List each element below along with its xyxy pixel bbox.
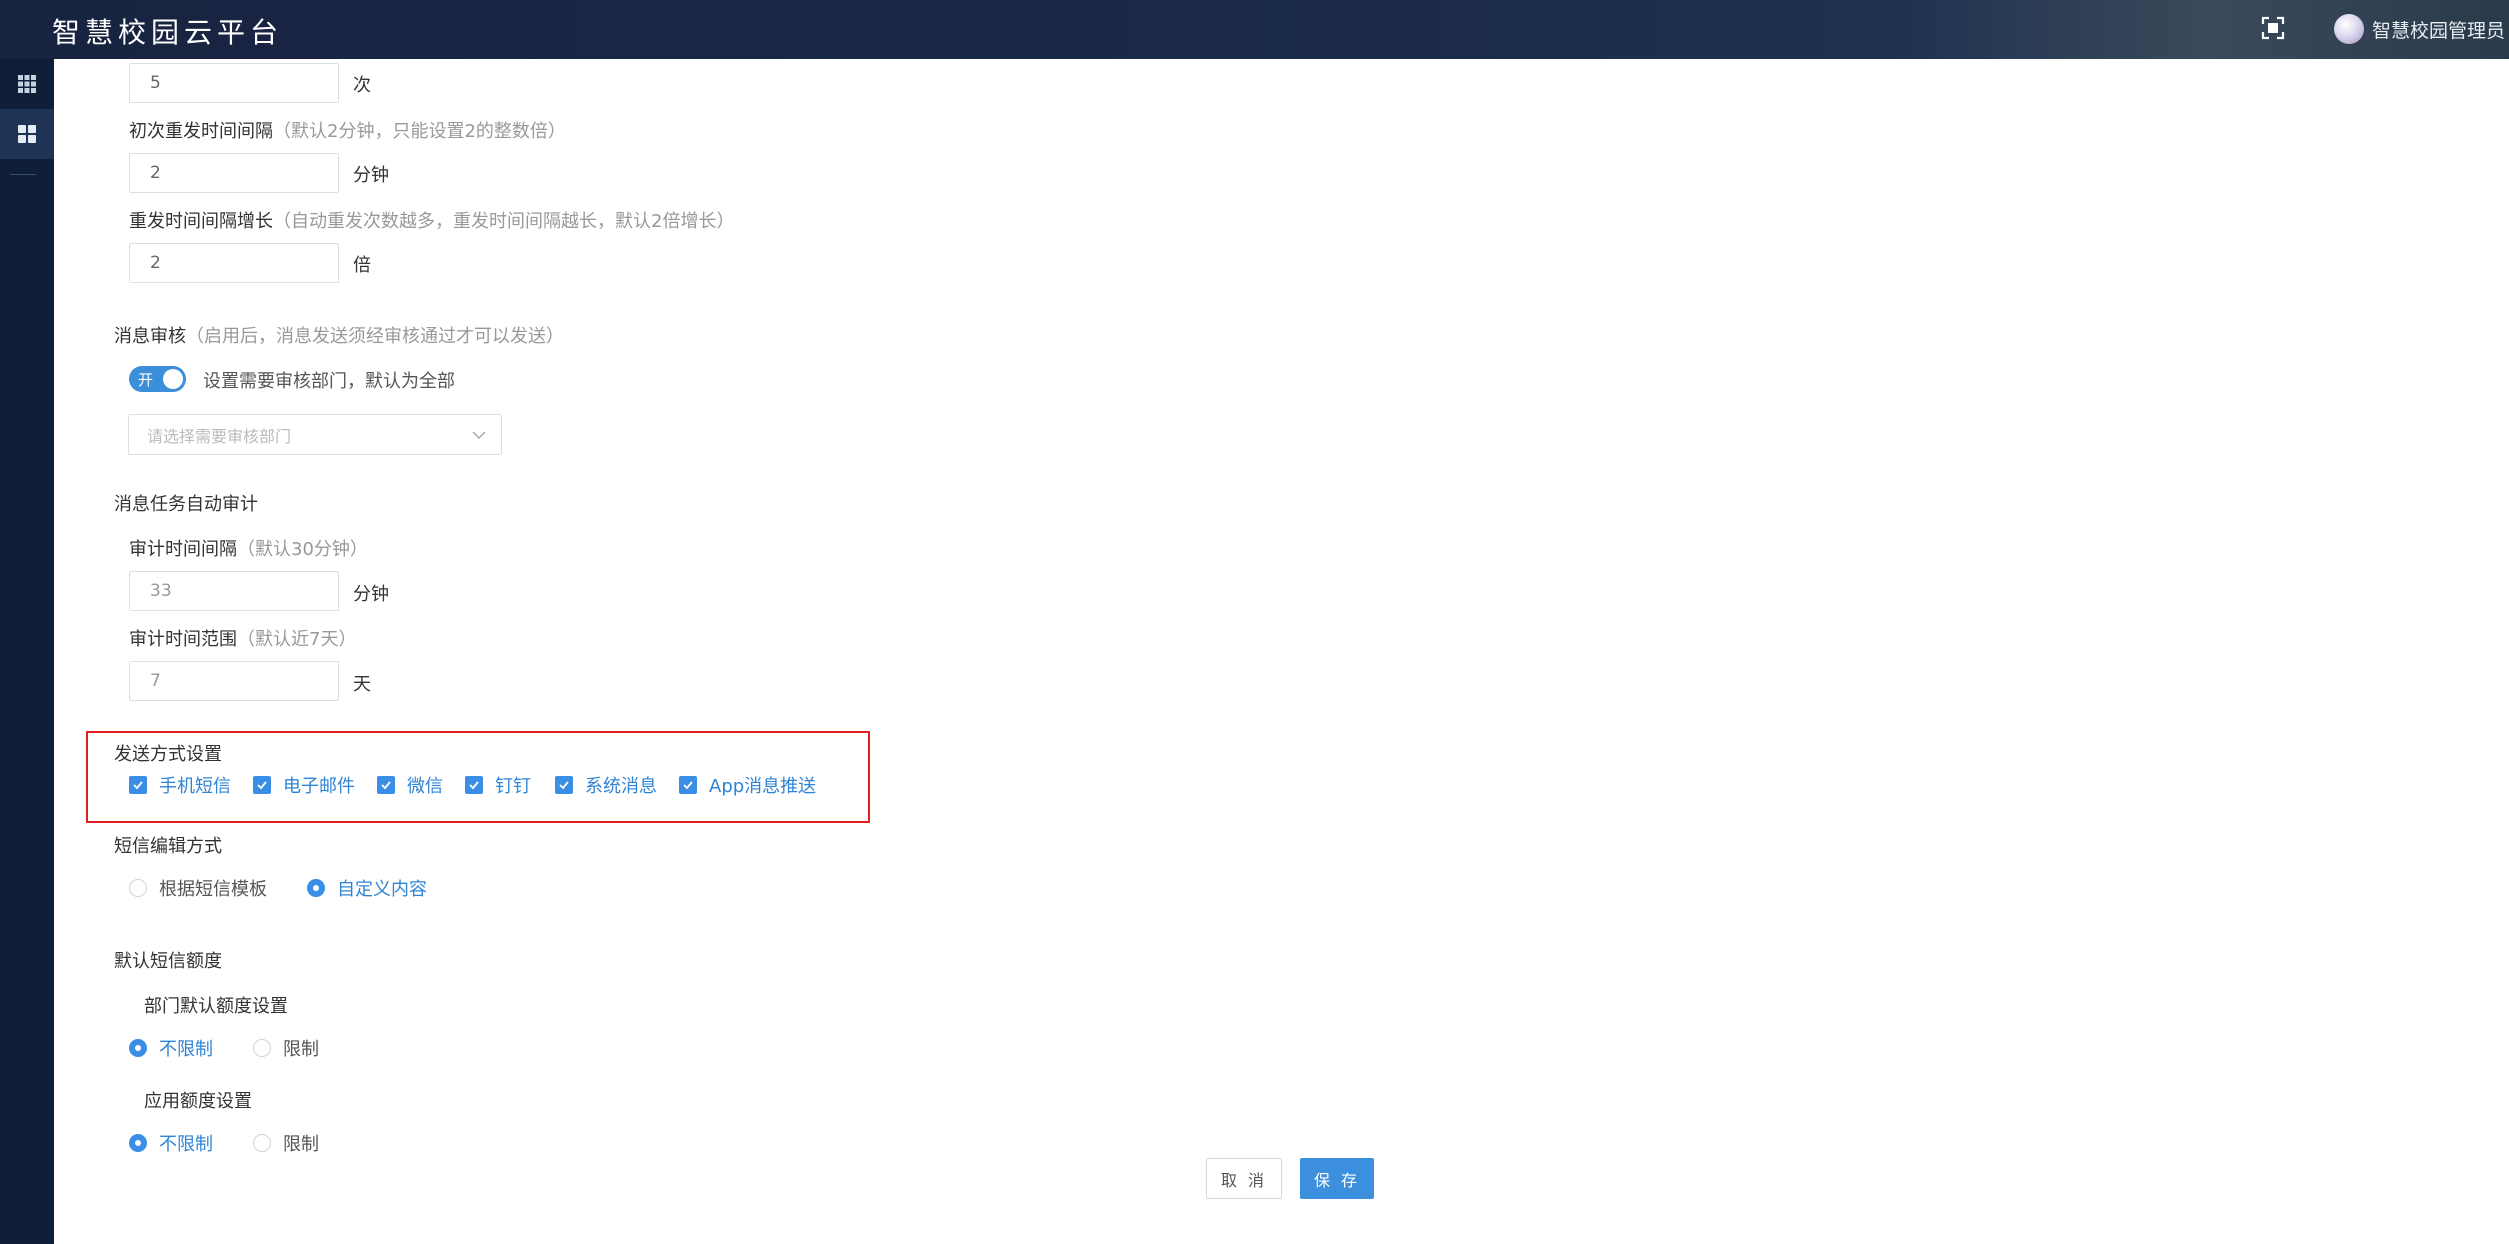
fullscreen-icon[interactable] bbox=[2260, 15, 2286, 41]
app-quota-limited-option[interactable]: 限制 bbox=[253, 1132, 319, 1155]
send-method-label: App消息推送 bbox=[709, 776, 817, 797]
radio-selected-icon[interactable] bbox=[307, 879, 325, 897]
audit-range-hint: （默认近7天） bbox=[237, 629, 357, 650]
audit-range-label: 审计时间范围（默认近7天） bbox=[129, 629, 357, 650]
radio-label: 自定义内容 bbox=[337, 879, 427, 900]
radio-icon[interactable] bbox=[253, 1039, 271, 1057]
first-interval-unit: 分钟 bbox=[353, 165, 389, 186]
send-method-label: 手机短信 bbox=[159, 776, 231, 797]
radio-selected-icon[interactable] bbox=[129, 1039, 147, 1057]
sms-edit-title: 短信编辑方式 bbox=[114, 836, 222, 857]
audit-interval-hint: （默认30分钟） bbox=[237, 539, 368, 560]
radio-label: 限制 bbox=[283, 1039, 319, 1060]
review-title: 消息审核（启用后，消息发送须经审核通过才可以发送） bbox=[114, 326, 564, 347]
sms-edit-template-option[interactable]: 根据短信模板 bbox=[129, 877, 267, 900]
dept-quota-label: 部门默认额度设置 bbox=[144, 996, 288, 1017]
radio-label: 不限制 bbox=[159, 1134, 213, 1155]
audit-range-input[interactable]: 7 bbox=[129, 661, 339, 701]
user-name: 智慧校园管理员 bbox=[2372, 19, 2506, 42]
cancel-button[interactable]: 取 消 bbox=[1206, 1158, 1282, 1199]
send-method-email[interactable]: 电子邮件 bbox=[253, 774, 355, 797]
send-method-sms[interactable]: 手机短信 bbox=[129, 774, 231, 797]
app-quota-unlimited-option[interactable]: 不限制 bbox=[129, 1132, 213, 1155]
radio-icon[interactable] bbox=[129, 879, 147, 897]
send-method-label: 微信 bbox=[407, 776, 443, 797]
first-interval-hint: （默认2分钟，只能设置2的整数倍） bbox=[273, 121, 566, 142]
growth-unit: 倍 bbox=[353, 255, 371, 276]
app-quota-label: 应用额度设置 bbox=[144, 1091, 252, 1112]
dashboard-icon bbox=[18, 125, 36, 143]
settings-content bbox=[54, 59, 2509, 1244]
checkbox-checked-icon[interactable] bbox=[253, 776, 271, 794]
radio-selected-icon[interactable] bbox=[129, 1134, 147, 1152]
growth-hint: （自动重发次数越多，重发时间间隔越长，默认2倍增长） bbox=[273, 211, 735, 232]
audit-title: 消息任务自动审计 bbox=[114, 494, 258, 515]
first-interval-label: 初次重发时间间隔（默认2分钟，只能设置2的整数倍） bbox=[129, 121, 566, 142]
send-method-label: 电子邮件 bbox=[283, 776, 355, 797]
checkbox-checked-icon[interactable] bbox=[465, 776, 483, 794]
top-bar: 智慧校园云平台 智慧校园管理员 bbox=[0, 0, 2509, 59]
checkbox-checked-icon[interactable] bbox=[129, 776, 147, 794]
grid-apps-icon bbox=[18, 75, 36, 93]
audit-interval-input[interactable]: 33 bbox=[129, 571, 339, 611]
review-dept-hint: 设置需要审核部门，默认为全部 bbox=[203, 371, 455, 392]
dept-quota-unlimited-option[interactable]: 不限制 bbox=[129, 1037, 213, 1060]
send-method-system[interactable]: 系统消息 bbox=[555, 774, 657, 797]
sms-quota-title: 默认短信额度 bbox=[114, 951, 222, 972]
audit-interval-label: 审计时间间隔（默认30分钟） bbox=[129, 539, 368, 560]
checkbox-checked-icon[interactable] bbox=[555, 776, 573, 794]
review-dept-placeholder: 请选择需要审核部门 bbox=[147, 426, 292, 446]
retry-count-unit: 次 bbox=[353, 75, 371, 96]
growth-label: 重发时间间隔增长（自动重发次数越多，重发时间间隔越长，默认2倍增长） bbox=[129, 211, 735, 232]
save-button[interactable]: 保 存 bbox=[1300, 1158, 1374, 1199]
chevron-down-icon bbox=[472, 431, 486, 440]
first-interval-input[interactable]: 2 bbox=[129, 153, 339, 193]
send-method-wechat[interactable]: 微信 bbox=[377, 774, 443, 797]
toggle-label: 开 bbox=[138, 371, 154, 389]
sidebar-item-dashboard[interactable] bbox=[0, 109, 54, 159]
sidebar-item-apps[interactable] bbox=[0, 59, 54, 109]
send-methods-title: 发送方式设置 bbox=[114, 744, 222, 765]
toggle-knob bbox=[163, 369, 183, 389]
radio-icon[interactable] bbox=[253, 1134, 271, 1152]
growth-input[interactable]: 2 bbox=[129, 243, 339, 283]
sidebar-divider bbox=[10, 174, 36, 175]
retry-count-input[interactable]: 5 bbox=[129, 63, 339, 103]
user-menu[interactable]: 智慧校园管理员 bbox=[2334, 9, 2505, 49]
review-dept-select[interactable]: 请选择需要审核部门 bbox=[128, 414, 502, 455]
checkbox-checked-icon[interactable] bbox=[377, 776, 395, 794]
send-method-label: 钉钉 bbox=[495, 776, 531, 797]
review-toggle[interactable]: 开 bbox=[129, 366, 186, 392]
radio-label: 根据短信模板 bbox=[159, 879, 267, 900]
avatar bbox=[2334, 14, 2364, 44]
radio-label: 不限制 bbox=[159, 1039, 213, 1060]
dept-quota-limited-option[interactable]: 限制 bbox=[253, 1037, 319, 1060]
review-hint: （启用后，消息发送须经审核通过才可以发送） bbox=[186, 326, 564, 347]
send-method-dingtalk[interactable]: 钉钉 bbox=[465, 774, 531, 797]
send-method-app-push[interactable]: App消息推送 bbox=[679, 774, 817, 797]
audit-interval-unit: 分钟 bbox=[353, 584, 389, 605]
audit-range-unit: 天 bbox=[353, 674, 371, 695]
sidebar bbox=[0, 59, 54, 1244]
sms-edit-custom-option[interactable]: 自定义内容 bbox=[307, 877, 427, 900]
checkbox-checked-icon[interactable] bbox=[679, 776, 697, 794]
app-title: 智慧校园云平台 bbox=[52, 16, 284, 49]
send-method-label: 系统消息 bbox=[585, 776, 657, 797]
radio-label: 限制 bbox=[283, 1134, 319, 1155]
